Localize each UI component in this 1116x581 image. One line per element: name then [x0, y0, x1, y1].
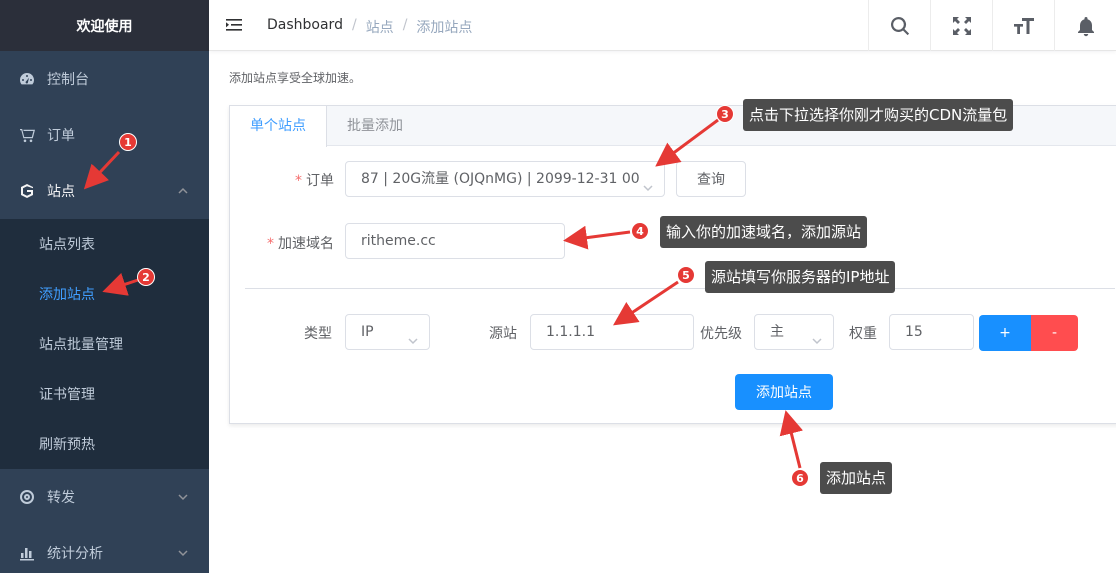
- sidebar-item-sites[interactable]: 站点: [0, 163, 209, 219]
- sidebar-item-certificates[interactable]: 证书管理: [0, 369, 209, 419]
- add-origin-button[interactable]: +: [979, 315, 1031, 351]
- remove-origin-button[interactable]: -: [1031, 315, 1078, 351]
- breadcrumb-sites[interactable]: 站点: [366, 17, 394, 37]
- breadcrumb-dashboard[interactable]: Dashboard: [267, 17, 343, 37]
- priority-select-value: 主: [770, 324, 784, 340]
- bell-icon[interactable]: [1054, 0, 1116, 51]
- bar-chart-icon: [19, 545, 35, 561]
- type-select-value: IP: [361, 324, 374, 340]
- breadcrumb: Dashboard / 站点 / 添加站点: [267, 17, 472, 37]
- font-size-icon[interactable]: [992, 0, 1054, 51]
- dashboard-icon: [19, 71, 35, 87]
- domain-input[interactable]: ritheme.cc: [345, 223, 565, 259]
- sidebar-item-dashboard[interactable]: 控制台: [0, 51, 209, 107]
- breadcrumb-add-site: 添加站点: [416, 17, 472, 37]
- chevron-down-icon: [642, 173, 654, 185]
- submit-add-site-button[interactable]: 添加站点: [735, 374, 833, 410]
- form-divider: [245, 288, 1115, 289]
- page-description: 添加站点享受全球加速。: [229, 69, 361, 86]
- order-label: *订单: [230, 170, 334, 190]
- tab-bar: 单个站点 批量添加: [230, 106, 1116, 146]
- sidebar-item-label: 统计分析: [47, 543, 103, 563]
- fullscreen-icon[interactable]: [930, 0, 992, 51]
- sidebar-item-refresh-preheat[interactable]: 刷新预热: [0, 419, 209, 469]
- query-button[interactable]: 查询: [676, 161, 746, 197]
- chevron-down-icon: [407, 326, 419, 338]
- sidebar-item-label: 订单: [47, 125, 75, 145]
- main-content: 添加站点享受全球加速。 单个站点 批量添加 *订单 87 | 20G流量 (OJ…: [209, 51, 1116, 573]
- forward-icon: [19, 489, 35, 505]
- menu-toggle-icon[interactable]: [225, 16, 243, 34]
- site-icon: [19, 183, 35, 199]
- domain-label: *加速域名: [230, 233, 334, 253]
- type-label: 类型: [304, 323, 332, 343]
- sites-submenu: 站点列表 添加站点 站点批量管理 证书管理 刷新预热: [0, 219, 209, 469]
- weight-input[interactable]: 15: [889, 314, 974, 350]
- sidebar-item-orders[interactable]: 订单: [0, 107, 209, 163]
- tab-single-site[interactable]: 单个站点: [230, 106, 327, 147]
- chevron-up-icon: [177, 185, 189, 197]
- chevron-down-icon: [811, 326, 823, 338]
- origin-label: 源站: [489, 323, 517, 343]
- sidebar: 欢迎使用 控制台 订单 站点 站点列表 添加站点 站点批量管理 证书管理 刷新预…: [0, 0, 209, 573]
- origin-input[interactable]: 1.1.1.1: [530, 314, 694, 350]
- chevron-down-icon: [177, 491, 189, 503]
- sidebar-item-label: 站点: [47, 181, 75, 201]
- sidebar-item-forwarding[interactable]: 转发: [0, 469, 209, 525]
- navbar-icons: [868, 0, 1116, 51]
- sidebar-item-site-list[interactable]: 站点列表: [0, 219, 209, 269]
- sidebar-item-label: 转发: [47, 487, 75, 507]
- sidebar-item-label: 控制台: [47, 69, 89, 89]
- top-navbar: Dashboard / 站点 / 添加站点: [209, 0, 1116, 51]
- priority-select[interactable]: 主: [754, 314, 834, 350]
- add-site-card: 单个站点 批量添加 *订单 87 | 20G流量 (OJQnMG) | 2099…: [229, 105, 1116, 424]
- chevron-down-icon: [177, 547, 189, 559]
- sidebar-title: 欢迎使用: [0, 0, 209, 51]
- tab-batch-add[interactable]: 批量添加: [327, 106, 423, 147]
- weight-label: 权重: [849, 323, 877, 343]
- order-select-value: 87 | 20G流量 (OJQnMG) | 2099-12-31 00: [361, 171, 640, 187]
- order-select[interactable]: 87 | 20G流量 (OJQnMG) | 2099-12-31 00: [345, 161, 665, 197]
- search-icon[interactable]: [868, 0, 930, 51]
- cart-icon: [19, 127, 35, 143]
- priority-label: 优先级: [700, 323, 742, 343]
- type-select[interactable]: IP: [345, 314, 430, 350]
- sidebar-item-batch-manage[interactable]: 站点批量管理: [0, 319, 209, 369]
- sidebar-item-add-site[interactable]: 添加站点: [0, 269, 209, 319]
